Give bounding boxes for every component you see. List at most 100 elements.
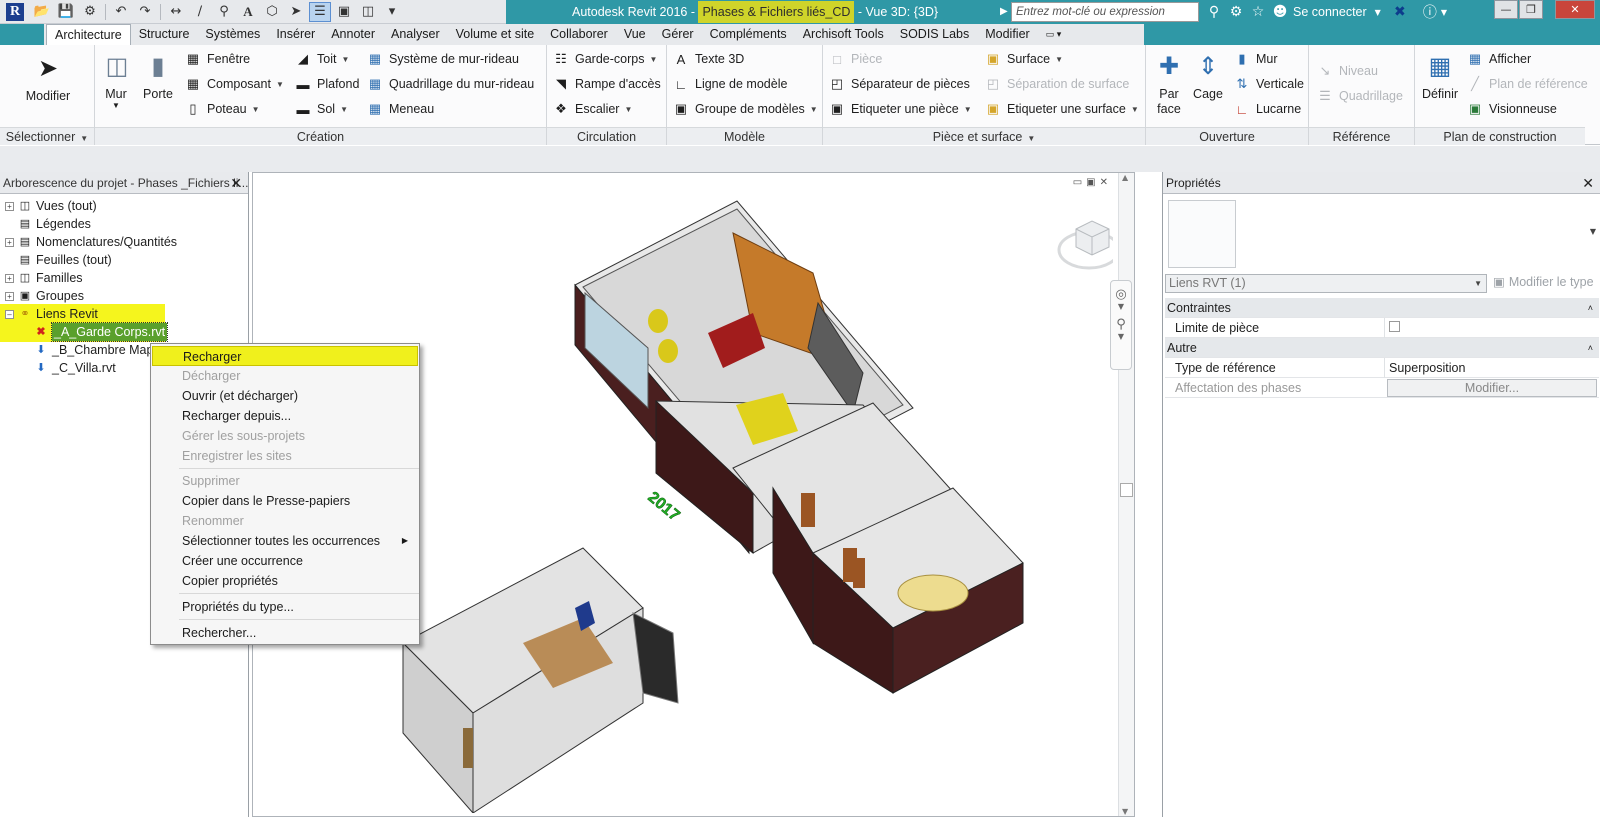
minimize-button[interactable]: — (1494, 0, 1518, 19)
help-icon[interactable]: ⓘ (1419, 1, 1441, 23)
tab-systems[interactable]: Systèmes (197, 24, 268, 45)
tag-area-button[interactable]: ▣ Etiqueter une surface ▼ (985, 101, 1139, 117)
viewer-button[interactable]: ▣ Visionneuse (1467, 101, 1557, 117)
viewcube-icon[interactable] (1057, 220, 1113, 270)
tab-manage[interactable]: Gérer (654, 24, 702, 45)
exchange-apps-icon[interactable]: ✖ (1389, 1, 1411, 23)
edit-type-button[interactable]: ▣ Modifier le type (1493, 274, 1594, 289)
curtain-grid-button[interactable]: ▦ Quadrillage du mur-rideau (367, 76, 534, 92)
mullion-button[interactable]: ▦ Meneau (367, 101, 434, 117)
area-boundary-button[interactable]: ◰ Séparation de surface (985, 76, 1129, 92)
zoom-icon[interactable]: ⚲ (1111, 317, 1131, 332)
tab-annotate[interactable]: Annoter (323, 24, 383, 45)
tree-item-families[interactable]: + ◫ Familles (5, 269, 83, 287)
search-input[interactable]: Entrez mot-clé ou expression (1011, 2, 1199, 22)
menu-item-copy-properties[interactable]: Copier propriétés (152, 571, 418, 591)
tab-structure[interactable]: Structure (131, 24, 198, 45)
menu-item-type-properties[interactable]: Propriétés du type... (152, 597, 418, 617)
chevron-down-icon[interactable]: ▼ (1111, 332, 1131, 341)
close-hidden-icon[interactable]: ▣ (333, 2, 355, 22)
3d-view-icon[interactable]: ⬡ (261, 2, 283, 22)
tab-modify[interactable]: Modifier (977, 24, 1037, 45)
stair-button[interactable]: ❖ Escalier ▼ (553, 101, 632, 117)
help-dropdown-icon[interactable]: ▼ (1441, 8, 1447, 17)
sign-in-dropdown-icon[interactable]: ▼ (1375, 8, 1381, 17)
tree-item-legends[interactable]: ▤ Légendes (18, 215, 91, 233)
tree-item-schedules[interactable]: + ▤ Nomenclatures/Quantités (5, 233, 177, 251)
search-expand-icon[interactable]: ▶ (1000, 3, 1010, 21)
tree-item-views[interactable]: + ◫ Vues (tout) (5, 197, 97, 215)
dormer-button[interactable]: ∟ Lucarne (1234, 101, 1302, 117)
tab-sodis-labs[interactable]: SODIS Labs (892, 24, 977, 45)
binoculars-icon[interactable]: ⚲ (1203, 1, 1225, 23)
save-icon[interactable]: 💾 (55, 2, 77, 22)
expand-icon[interactable]: + (5, 201, 14, 211)
room-separator-button[interactable]: ◰ Séparateur de pièces (829, 76, 970, 92)
collapse-icon[interactable]: – (5, 309, 14, 319)
switch-windows-icon[interactable]: ◫ (357, 2, 379, 22)
tab-insert[interactable]: Insérer (268, 24, 323, 45)
wall-opening-button[interactable]: ▮ Mur (1234, 51, 1277, 67)
menu-item-reload[interactable]: Recharger (152, 346, 418, 366)
tree-item-groups[interactable]: + ▣ Groupes (5, 287, 84, 305)
menu-item-create-instance[interactable]: Créer une occurrence (152, 551, 418, 571)
tag-icon[interactable]: ⚲ (213, 2, 235, 22)
curtain-system-button[interactable]: ▦ Système de mur-rideau (367, 51, 519, 67)
menu-item-unload[interactable]: Décharger (152, 366, 418, 386)
ref-plane-button[interactable]: ╱ Plan de référence (1467, 76, 1588, 92)
area-button[interactable]: ▣ Surface ▼ (985, 51, 1063, 67)
tab-architecture[interactable]: Architecture (46, 24, 131, 45)
scroll-up-icon[interactable]: ▲ (1122, 173, 1128, 182)
sign-in-link[interactable]: Se connecter (1293, 5, 1367, 19)
panel-title-select[interactable]: Sélectionner ▼ (0, 127, 94, 145)
text3d-button[interactable]: A Texte 3D (673, 51, 745, 67)
shaft-button[interactable]: ⇕ Cage (1190, 49, 1226, 102)
expand-icon[interactable]: + (5, 237, 14, 247)
restore-button[interactable]: ❐ (1519, 0, 1543, 19)
prop-value[interactable]: Superposition (1384, 358, 1599, 378)
by-face-button[interactable]: ✚ Par face (1150, 49, 1188, 117)
wall-button[interactable]: ◫ Mur ▼ (101, 49, 131, 111)
modify-button[interactable]: ➤ Modifier (18, 51, 78, 104)
ribbon-minimize-toggle[interactable]: ▭ ▾ (1038, 24, 1070, 45)
tab-view[interactable]: Vue (616, 24, 654, 45)
tree-item-link-chambre[interactable]: ⬇ _B_Chambre Map (34, 341, 153, 359)
expand-icon[interactable]: + (5, 291, 14, 301)
close-icon[interactable]: ✕ (230, 172, 242, 193)
prop-group-other[interactable]: Autre ˄ (1165, 338, 1599, 358)
close-icon[interactable]: ✕ (1582, 172, 1594, 194)
user-icon[interactable]: ☻ (1269, 1, 1291, 23)
model-group-button[interactable]: ▣ Groupe de modèles ▼ (673, 101, 818, 117)
door-button[interactable]: ▮ Porte (141, 49, 175, 102)
menu-item-delete[interactable]: Supprimer (152, 471, 418, 491)
dimension-icon[interactable]: ∕ (189, 2, 211, 22)
vertical-scrollbar[interactable]: ▲ ▼ (1118, 173, 1134, 816)
navigation-bar[interactable]: ◎ ▼ ⚲ ▼ (1110, 280, 1132, 370)
tab-massing-site[interactable]: Volume et site (448, 24, 543, 45)
window-button[interactable]: ▦ Fenêtre (185, 51, 250, 67)
type-dropdown-icon[interactable]: ▼ (1590, 227, 1596, 236)
menu-item-rename[interactable]: Renommer (152, 511, 418, 531)
floor-button[interactable]: ▬ Sol ▼ (295, 101, 349, 117)
customize-qat-icon[interactable]: ▾ (381, 2, 403, 22)
text-icon[interactable]: A (237, 2, 259, 22)
undo-icon[interactable]: ↶ (110, 2, 132, 22)
room-button[interactable]: □ Pièce (829, 51, 882, 67)
steering-wheel-icon[interactable]: ◎ (1111, 287, 1131, 302)
thin-lines-icon[interactable]: ☰ (309, 1, 331, 22)
sync-icon[interactable]: ⚙ (79, 2, 101, 22)
tab-archisoft-tools[interactable]: Archisoft Tools (795, 24, 892, 45)
prop-group-constraints[interactable]: Contraintes ˄ (1165, 298, 1599, 318)
tree-item-link-villa[interactable]: ⬇ _C_Villa.rvt (34, 359, 115, 377)
menu-item-manage-worksets[interactable]: Gérer les sous-projets (152, 426, 418, 446)
close-button[interactable]: ✕ (1555, 0, 1595, 19)
collapse-group-icon[interactable]: ˄ (1588, 298, 1593, 318)
tag-room-button[interactable]: ▣ Etiqueter une pièce ▼ (829, 101, 972, 117)
collapse-group-icon[interactable]: ˄ (1588, 338, 1593, 358)
chevron-down-icon[interactable]: ▼ (1111, 302, 1131, 311)
show-work-plane-button[interactable]: ▦ Afficher (1467, 51, 1531, 67)
model-line-button[interactable]: ∟ Ligne de modèle (673, 76, 788, 92)
menu-item-open-unload[interactable]: Ouvrir (et décharger) (152, 386, 418, 406)
tab-collaborate[interactable]: Collaborer (542, 24, 616, 45)
menu-item-save-positions[interactable]: Enregistrer les sites (152, 446, 418, 466)
